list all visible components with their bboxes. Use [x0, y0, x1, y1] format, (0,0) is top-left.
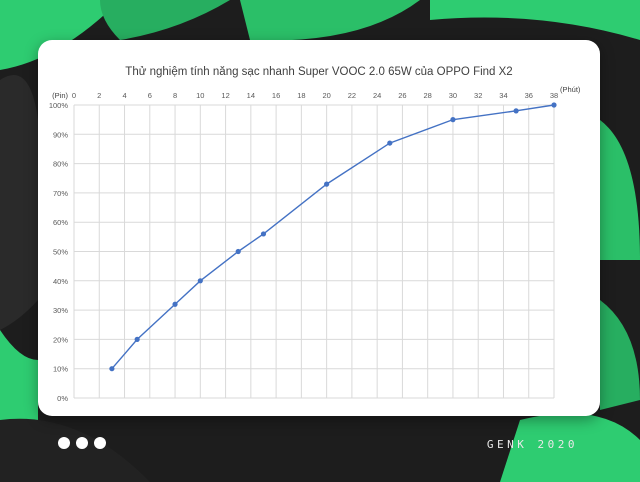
data-point	[324, 181, 330, 187]
data-point	[109, 366, 115, 372]
data-point	[513, 108, 519, 114]
x-tick-label: 6	[148, 91, 152, 100]
x-tick-label: 4	[122, 91, 126, 100]
y-tick-label: 50%	[53, 248, 68, 257]
y-tick-label: 70%	[53, 189, 68, 198]
y-axis-label: (Pin)	[52, 91, 68, 100]
x-tick-label: 38	[550, 91, 558, 100]
data-point	[172, 301, 178, 307]
x-tick-label: 2	[97, 91, 101, 100]
x-tick-label: 26	[398, 91, 406, 100]
x-tick-label: 24	[373, 91, 381, 100]
x-tick-label: 0	[72, 91, 76, 100]
y-tick-label: 20%	[53, 335, 68, 344]
y-tick-label: 80%	[53, 160, 68, 169]
y-tick-label: 0%	[57, 394, 68, 403]
x-tick-label: 8	[173, 91, 177, 100]
y-tick-label: 40%	[53, 277, 68, 286]
three-dots-icon	[58, 437, 106, 449]
x-tick-label: 36	[525, 91, 533, 100]
x-axis-label: (Phút)	[560, 85, 581, 94]
dot-icon	[58, 437, 70, 449]
dot-icon	[76, 437, 88, 449]
x-tick-label: 14	[247, 91, 255, 100]
data-point	[134, 336, 140, 342]
data-point	[450, 117, 456, 123]
brand-label: GENK 2020	[486, 438, 578, 451]
y-tick-label: 100%	[49, 101, 69, 110]
y-tick-label: 30%	[53, 306, 68, 315]
x-tick-label: 30	[449, 91, 457, 100]
x-tick-label: 32	[474, 91, 482, 100]
x-tick-label: 20	[322, 91, 330, 100]
data-point	[387, 140, 393, 146]
data-point	[260, 231, 267, 237]
x-tick-label: 16	[272, 91, 280, 100]
data-point	[551, 102, 557, 108]
line-chart: 0 2 4 6 8 10 12 14 16 18 20 22 24 26 28 30 32 34 36 380%10%…	[49, 85, 581, 403]
x-tick-label: 34	[499, 91, 507, 100]
y-tick-label: 10%	[53, 365, 68, 374]
data-point	[197, 278, 203, 284]
dot-icon	[94, 437, 106, 449]
x-tick-label: 28	[424, 91, 432, 100]
x-tick-label: 12	[221, 91, 229, 100]
data-point	[235, 248, 241, 255]
y-tick-label: 60%	[53, 218, 68, 227]
y-tick-label: 90%	[53, 130, 68, 139]
series-line	[111, 104, 555, 370]
x-tick-label: 18	[297, 91, 305, 100]
x-tick-label: 10	[196, 91, 204, 100]
x-tick-label: 22	[348, 91, 356, 100]
